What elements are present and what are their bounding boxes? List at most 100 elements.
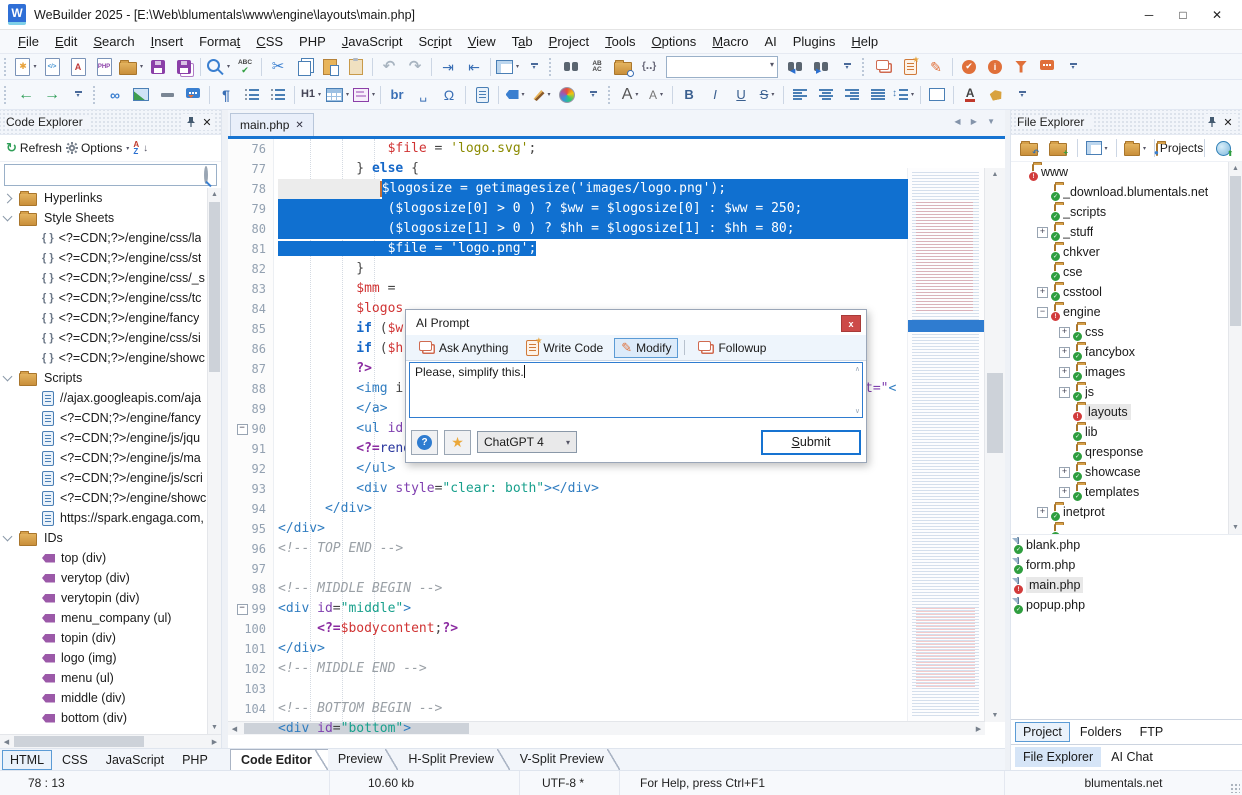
fold-icon[interactable]: − bbox=[237, 424, 248, 435]
filter[interactable] bbox=[1008, 55, 1034, 79]
font-size[interactable]: A▾ bbox=[643, 83, 669, 107]
expand-icon[interactable]: + bbox=[1059, 367, 1070, 378]
tree-item[interactable]: IDs bbox=[0, 528, 221, 548]
publish-globe[interactable]: ⬆ bbox=[1211, 136, 1237, 160]
heading[interactable]: H1▾ bbox=[298, 83, 324, 107]
bold[interactable]: B bbox=[676, 83, 702, 107]
toolbar-overflow-2[interactable]: ▾ bbox=[834, 55, 860, 79]
paragraph[interactable]: ¶ bbox=[213, 83, 239, 107]
chevron-right-icon[interactable] bbox=[3, 193, 13, 203]
menu-format[interactable]: Format bbox=[191, 31, 248, 52]
file-item-main.php[interactable]: !main.php bbox=[1011, 575, 1242, 595]
text-document[interactable]: A bbox=[65, 55, 91, 79]
ai-tab-followup[interactable]: Followup bbox=[691, 338, 773, 358]
tree-item[interactable]: topin (div) bbox=[0, 628, 221, 648]
scroll-down-icon[interactable]: ▼ bbox=[985, 709, 1005, 722]
scroll-right-icon[interactable]: ▶ bbox=[208, 735, 221, 748]
view-tab-code-editor[interactable]: Code Editor bbox=[230, 749, 328, 771]
menu-javascript[interactable]: JavaScript bbox=[334, 31, 411, 52]
resize-grip[interactable] bbox=[1230, 783, 1240, 793]
ai-comment[interactable] bbox=[871, 55, 897, 79]
file-tree-item-lib[interactable]: ✓lib bbox=[1011, 422, 1242, 442]
folder-menu[interactable]: ▾ bbox=[1122, 136, 1148, 160]
tab-main-php[interactable]: main.php ✕ bbox=[230, 113, 314, 136]
expand-icon[interactable]: + bbox=[1037, 227, 1048, 238]
underline[interactable]: U bbox=[728, 83, 754, 107]
maximize-button[interactable]: □ bbox=[1166, 3, 1200, 27]
redo[interactable]: ↷ bbox=[402, 55, 428, 79]
menu-css[interactable]: CSS bbox=[248, 31, 291, 52]
code-line[interactable]: 95</div> bbox=[228, 519, 908, 539]
ai-chat[interactable] bbox=[1034, 55, 1060, 79]
line-break[interactable]: br bbox=[384, 83, 410, 107]
non-breaking-space[interactable]: ␣ bbox=[410, 83, 436, 107]
fold-icon[interactable]: − bbox=[237, 604, 248, 615]
replace[interactable]: ABAC bbox=[584, 55, 610, 79]
toolbar-overflow-5[interactable]: ▾ bbox=[580, 83, 606, 107]
textarea-scroll-up-icon[interactable]: ∧ bbox=[855, 365, 860, 373]
code-line[interactable]: 82 } bbox=[228, 259, 908, 279]
ai-snippet[interactable]: ★ bbox=[897, 55, 923, 79]
navigate-back[interactable]: ← bbox=[13, 83, 39, 107]
chevron-down-icon[interactable] bbox=[3, 532, 13, 542]
search-input[interactable] bbox=[9, 167, 203, 183]
font-color[interactable]: A bbox=[957, 83, 983, 107]
code-explorer-hscrollbar[interactable]: ◀ ▶ bbox=[0, 734, 221, 748]
submit-button[interactable]: Submit bbox=[761, 430, 861, 455]
new-document[interactable]: ✱▾ bbox=[13, 55, 39, 79]
close-icon[interactable]: ✕ bbox=[1220, 114, 1236, 130]
ai-edit[interactable]: ✎ bbox=[923, 55, 949, 79]
minimize-button[interactable]: ─ bbox=[1132, 3, 1166, 27]
tree-item[interactable]: { }<?=CDN;?>/engine/css/si bbox=[0, 328, 221, 348]
chevron-down-icon[interactable] bbox=[3, 212, 13, 222]
file-tree-item-images[interactable]: +✓images bbox=[1011, 362, 1242, 382]
projects[interactable]: ●Projects bbox=[1161, 136, 1199, 160]
scroll-right-icon[interactable]: ▶ bbox=[972, 722, 985, 735]
find[interactable] bbox=[558, 55, 584, 79]
tree-item[interactable]: { }<?=CDN;?>/engine/css/st bbox=[0, 248, 221, 268]
doc-tab-css[interactable]: CSS bbox=[54, 750, 96, 770]
menu-plugins[interactable]: Plugins bbox=[785, 31, 844, 52]
model-select[interactable]: ChatGPT 4 ▾ bbox=[477, 431, 577, 453]
info[interactable]: i bbox=[982, 55, 1008, 79]
save-all[interactable] bbox=[171, 55, 197, 79]
ai-tab-write-code[interactable]: ★Write Code bbox=[519, 337, 610, 359]
expand-icon[interactable]: + bbox=[1037, 287, 1048, 298]
tree-item[interactable]: middle (div) bbox=[0, 688, 221, 708]
scroll-up-icon[interactable]: ▲ bbox=[208, 188, 221, 201]
file-tree-item[interactable]: ✓ bbox=[1011, 522, 1242, 534]
close-icon[interactable]: ✕ bbox=[199, 114, 215, 130]
help-button[interactable]: ? bbox=[411, 430, 438, 455]
code-line[interactable]: 98<!-- MIDDLE BEGIN --> bbox=[228, 579, 908, 599]
ai-prompt-titlebar[interactable]: AI Prompt x bbox=[406, 310, 866, 335]
file-tree-item-_scripts[interactable]: ✓_scripts bbox=[1011, 202, 1242, 222]
scroll-down-icon[interactable]: ▼ bbox=[1229, 521, 1242, 534]
code-line[interactable]: 83 $mm = bbox=[228, 279, 908, 299]
dock-tab-ai-chat[interactable]: AI Chat bbox=[1103, 747, 1161, 767]
file-tree-item-chkver[interactable]: ✓chkver bbox=[1011, 242, 1242, 262]
file-explorer-vscrollbar[interactable]: ▲ ▼ bbox=[1228, 162, 1242, 534]
refresh-button[interactable]: ↻Refresh bbox=[6, 140, 62, 156]
menu-search[interactable]: Search bbox=[85, 31, 142, 52]
code-document[interactable]: </> bbox=[39, 55, 65, 79]
strikethrough[interactable]: S▾ bbox=[754, 83, 780, 107]
clipboard-history[interactable] bbox=[343, 55, 369, 79]
font-name[interactable]: A▾ bbox=[617, 83, 643, 107]
code-line[interactable]: 104<!-- BOTTOM BEGIN --> bbox=[228, 699, 908, 719]
validate[interactable]: ✔ bbox=[956, 55, 982, 79]
find-in-files[interactable] bbox=[610, 55, 636, 79]
expand-icon[interactable]: + bbox=[1059, 387, 1070, 398]
align-justify[interactable] bbox=[865, 83, 891, 107]
prompt-textarea[interactable]: Please, simplify this. ∧ ∨ bbox=[409, 362, 863, 418]
file-tree-item-js[interactable]: +✓js bbox=[1011, 382, 1242, 402]
file-tree-item-layouts[interactable]: !layouts bbox=[1011, 402, 1242, 422]
paste[interactable] bbox=[317, 55, 343, 79]
color-picker[interactable] bbox=[554, 83, 580, 107]
insert-image[interactable] bbox=[128, 83, 154, 107]
dock-tab-file-explorer[interactable]: File Explorer bbox=[1015, 747, 1101, 767]
menu-tools[interactable]: Tools bbox=[597, 31, 643, 52]
format-painter[interactable]: ▾ bbox=[528, 83, 554, 107]
tree-item[interactable]: https://spark.engaga.com, bbox=[0, 508, 221, 528]
expand-icon[interactable]: + bbox=[1059, 327, 1070, 338]
scroll-up-icon[interactable]: ▲ bbox=[1229, 162, 1242, 175]
